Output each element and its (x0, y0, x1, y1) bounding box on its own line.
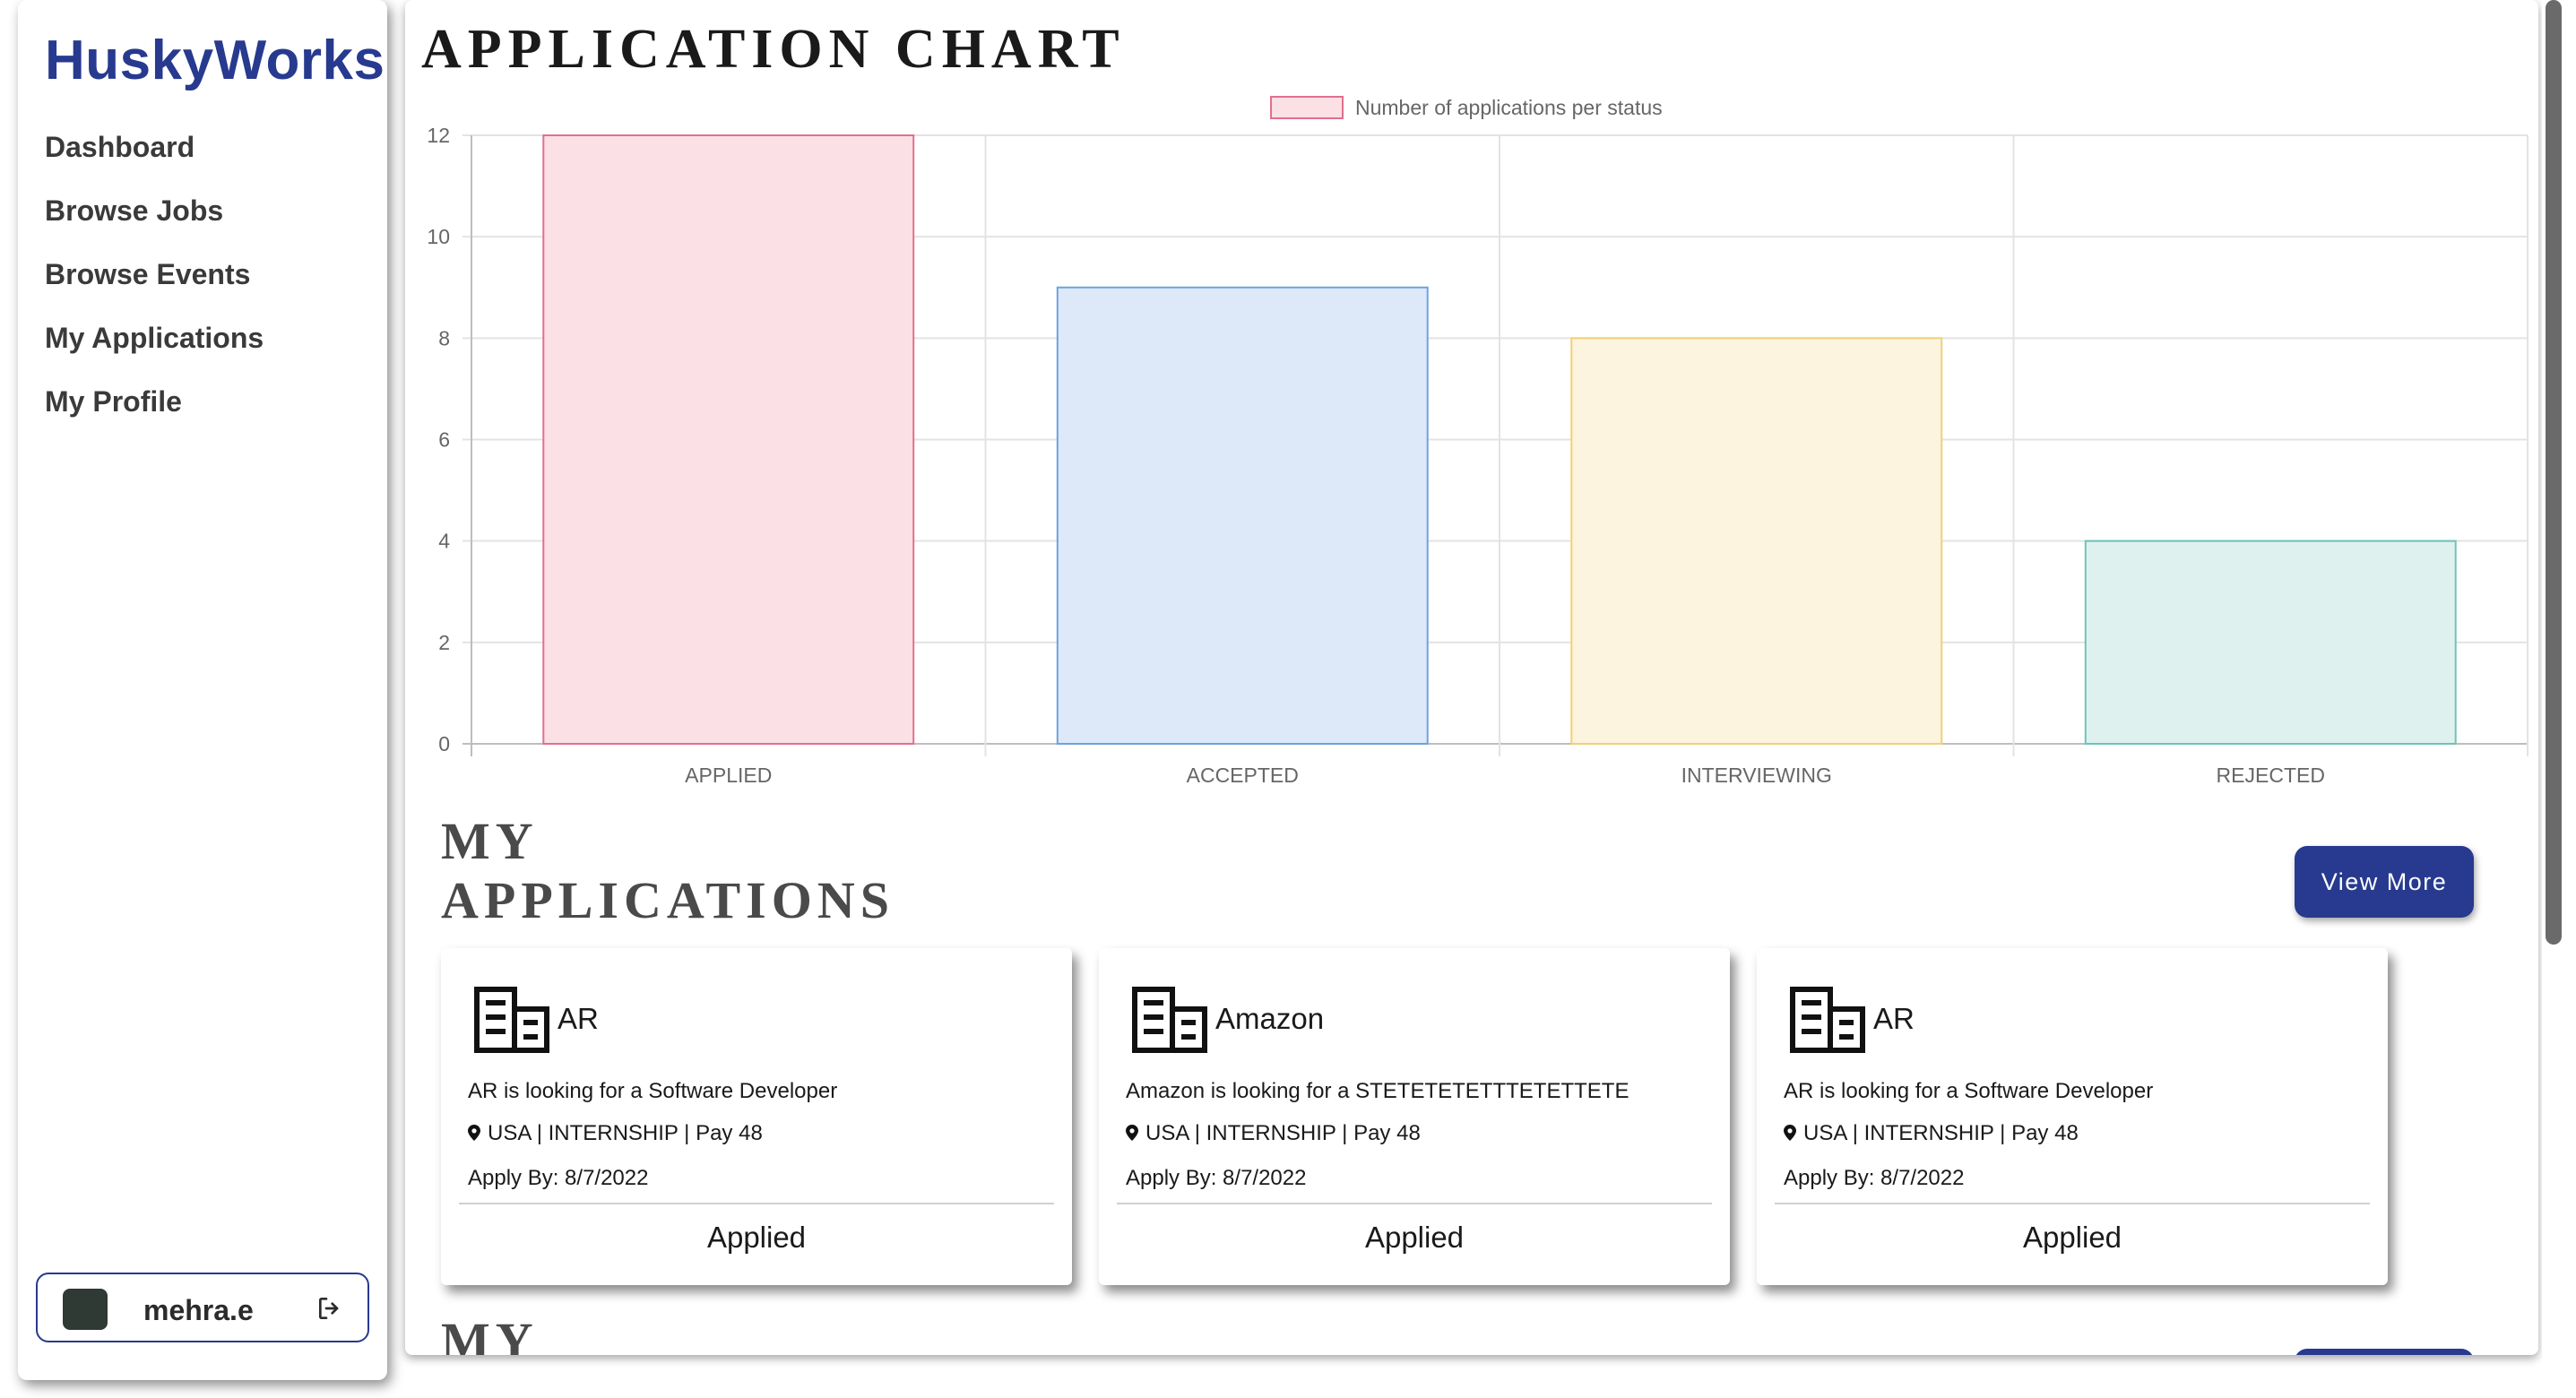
scrollbar-thumb[interactable] (2546, 0, 2562, 945)
job-meta-row: USA | INTERNSHIP | Pay 48 (468, 1121, 763, 1146)
legend-label: Number of applications per status (1355, 96, 1663, 119)
application-card[interactable]: AR AR is looking for a Software Develope… (1757, 948, 2388, 1285)
application-status: Applied (2022, 1221, 2122, 1254)
divider (1117, 1203, 1712, 1204)
application-chart: 0 2 4 6 8 10 12 APPLIED ACCEPTED INTERVIEWING REJE… (427, 96, 2528, 787)
next-section-title: MY (441, 1312, 539, 1355)
location-pin-icon (468, 1125, 480, 1141)
sidebar: HuskyWorks Dashboard Browse Jobs Browse … (18, 0, 387, 1380)
apply-by-date: Apply By: 8/7/2022 (468, 1166, 649, 1190)
job-meta: USA | INTERNSHIP | Pay 48 (488, 1121, 763, 1145)
y-tick-label: 12 (427, 124, 450, 147)
apply-by-date: Apply By: 8/7/2022 (1784, 1166, 1965, 1190)
y-tick-label: 6 (438, 428, 450, 452)
my-applications-title: MY APPLICATIONS (441, 812, 895, 930)
y-tick-label: 8 (438, 326, 450, 350)
bar-accepted (1056, 286, 1429, 745)
brand-logo[interactable]: HuskyWorks (45, 29, 385, 92)
section-title-line-2: APPLICATIONS (441, 871, 895, 929)
building-icon (1132, 987, 1207, 1053)
view-more-button-2[interactable] (2295, 1349, 2474, 1355)
application-status: Applied (1364, 1221, 1465, 1254)
avatar (63, 1289, 108, 1330)
job-meta: USA | INTERNSHIP | Pay 48 (1145, 1121, 1421, 1145)
company-name: AR (558, 1002, 599, 1035)
section-title-line-1: MY (441, 812, 539, 870)
company-name: Amazon (1215, 1002, 1325, 1035)
job-description: AR is looking for a Software Developer (468, 1079, 838, 1103)
x-tick-label: REJECTED (2217, 764, 2325, 787)
building-icon (474, 987, 549, 1053)
job-meta-row: USA | INTERNSHIP | Pay 48 (1784, 1121, 2079, 1146)
chart-title: APPLICATION CHART (421, 19, 1126, 80)
username: mehra.e (143, 1294, 254, 1326)
y-tick-label: 2 (438, 631, 450, 654)
bar-rejected (2084, 539, 2457, 746)
logout-icon[interactable] (316, 1294, 344, 1323)
company-name: AR (1873, 1002, 1915, 1035)
location-pin-icon (1126, 1125, 1138, 1141)
sidebar-item-browse-jobs[interactable]: Browse Jobs (45, 194, 223, 228)
divider (1775, 1203, 2370, 1204)
legend-swatch (1270, 96, 1344, 119)
y-tick-label: 10 (427, 225, 450, 248)
user-account-pill[interactable]: mehra.e (36, 1273, 369, 1342)
sidebar-item-browse-events[interactable]: Browse Events (45, 258, 250, 291)
sidebar-item-my-profile[interactable]: My Profile (45, 385, 182, 419)
x-tick-label: ACCEPTED (1187, 764, 1299, 787)
job-description: AR is looking for a Software Developer (1784, 1079, 2154, 1103)
apply-by-date: Apply By: 8/7/2022 (1126, 1166, 1307, 1190)
job-meta-row: USA | INTERNSHIP | Pay 48 (1126, 1121, 1421, 1146)
sidebar-item-my-applications[interactable]: My Applications (45, 322, 264, 355)
sidebar-item-dashboard[interactable]: Dashboard (45, 131, 194, 164)
bar-applied (542, 134, 915, 745)
main-content: APPLICATION CHART 0 2 4 6 8 10 12 APPLIED ACCEPT… (405, 0, 2538, 1355)
application-status: Applied (706, 1221, 807, 1254)
x-tick-label: INTERVIEWING (1681, 764, 1832, 787)
x-tick-label: APPLIED (685, 764, 772, 787)
view-more-button[interactable]: View More (2295, 846, 2474, 918)
divider (459, 1203, 1054, 1204)
y-tick-label: 0 (438, 732, 450, 755)
application-card[interactable]: Amazon Amazon is looking for a STETETETE… (1099, 948, 1730, 1285)
job-meta: USA | INTERNSHIP | Pay 48 (1803, 1121, 2079, 1145)
building-icon (1790, 987, 1865, 1053)
y-tick-label: 4 (438, 530, 450, 553)
application-card[interactable]: AR AR is looking for a Software Develope… (441, 948, 1072, 1285)
location-pin-icon (1784, 1125, 1796, 1141)
bar-interviewing (1570, 337, 1943, 745)
job-description: Amazon is looking for a STETETETETTTETET… (1126, 1079, 1629, 1103)
